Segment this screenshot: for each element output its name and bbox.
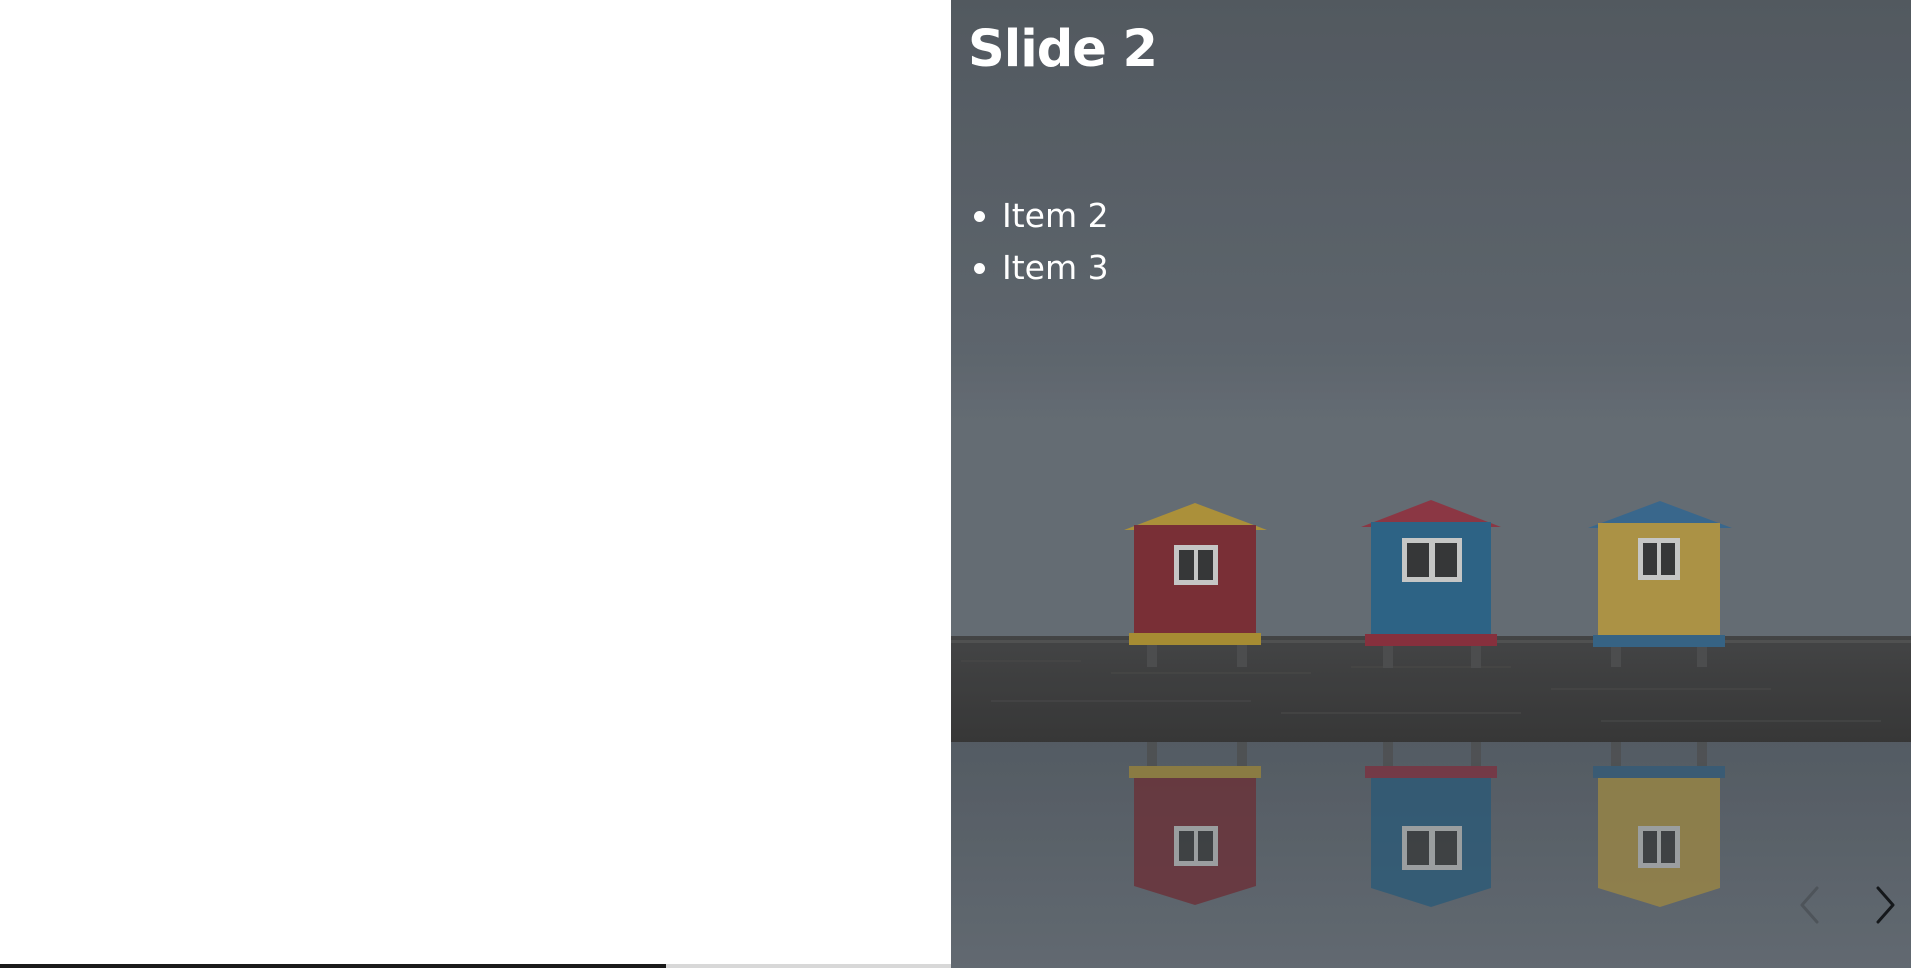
slide: Slide 2 Item 2 Item 3 (951, 0, 1911, 968)
slide-bullet-list: Item 2 Item 3 (968, 190, 1109, 294)
blank-panel (0, 0, 951, 968)
list-item-text: Item 2 (1002, 196, 1109, 235)
progress-bar (0, 964, 951, 968)
previous-slide-button[interactable] (1790, 880, 1830, 930)
slide-title: Slide 2 (968, 20, 1158, 79)
chevron-left-icon (1800, 886, 1819, 924)
next-slide-button[interactable] (1865, 880, 1905, 930)
presentation-viewport: Slide 2 Item 2 Item 3 (0, 0, 1911, 968)
list-item-text: Item 3 (1002, 248, 1109, 287)
progress-bar-fill (0, 964, 666, 968)
chevron-right-icon (1876, 886, 1895, 924)
photo-dim-overlay (951, 0, 1911, 968)
bullet-dot-icon (974, 263, 985, 274)
list-item: Item 3 (968, 242, 1109, 294)
bullet-dot-icon (974, 211, 985, 222)
list-item: Item 2 (968, 190, 1109, 242)
